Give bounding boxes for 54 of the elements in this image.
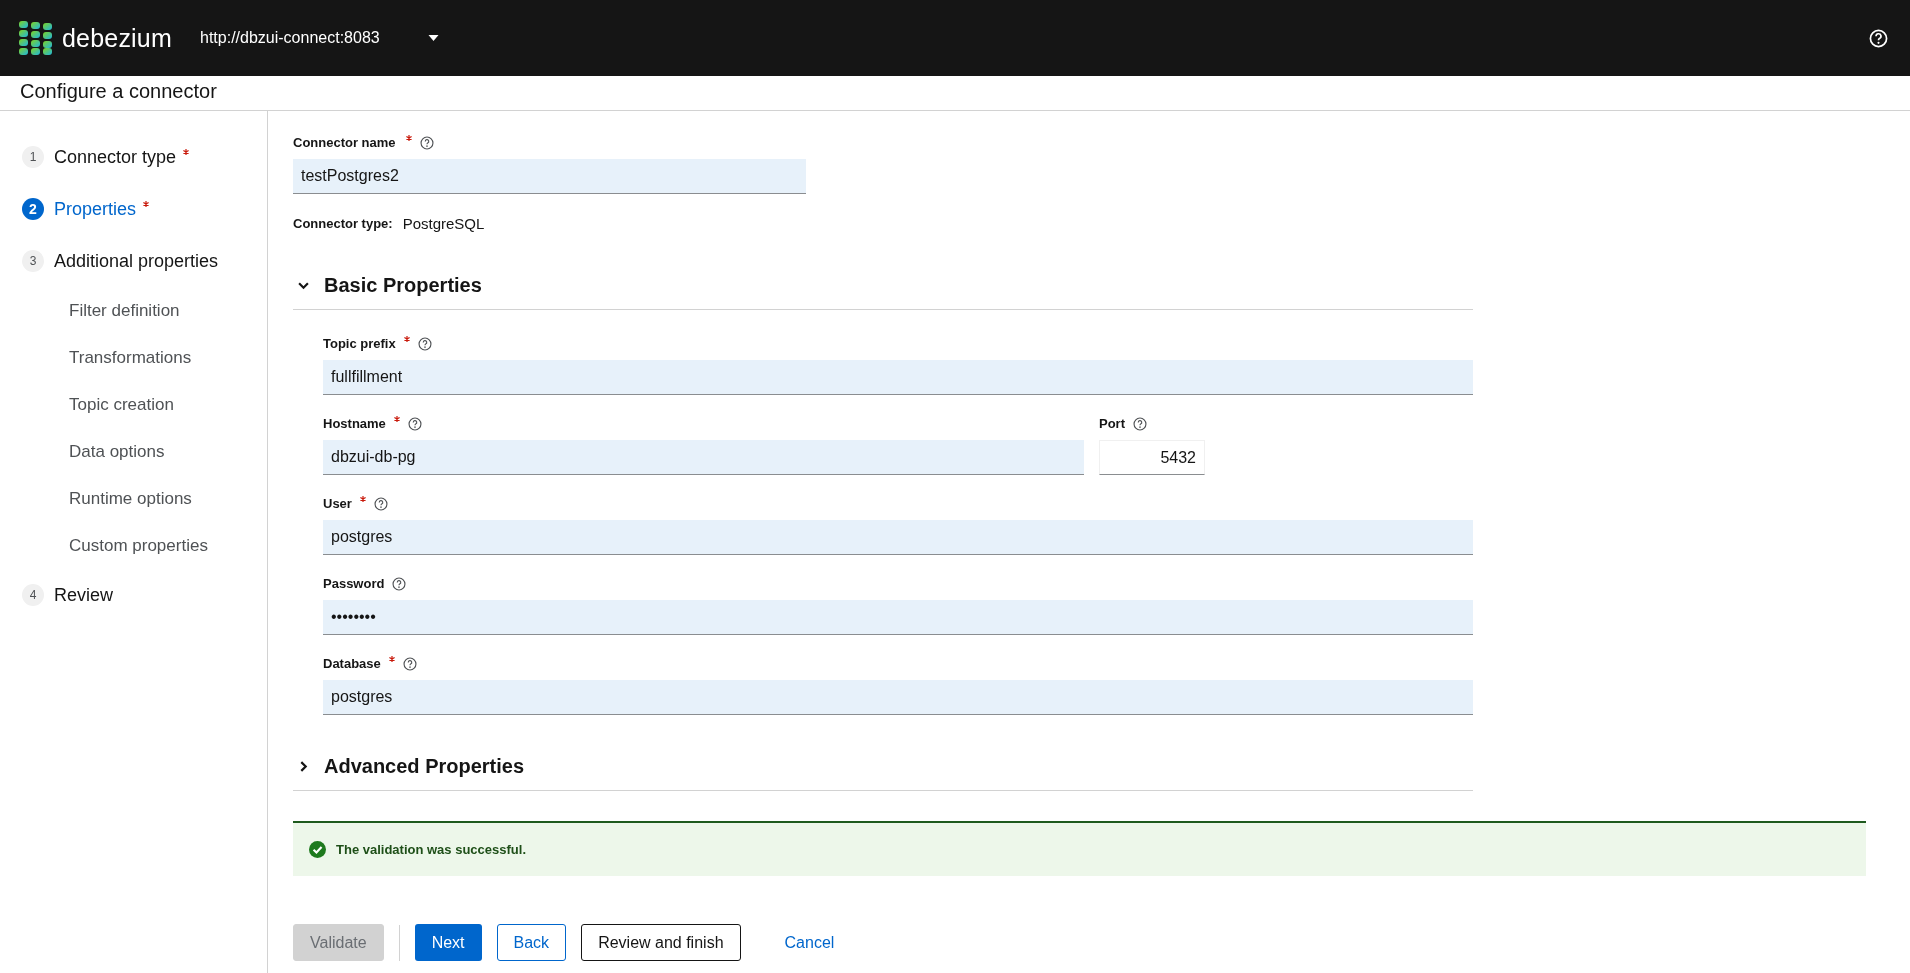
input-field[interactable]: •••••••• [323, 600, 1473, 635]
input-field[interactable]: postgres [323, 680, 1473, 715]
wizard-substep[interactable]: Runtime options [0, 475, 267, 522]
input-field[interactable]: postgres [323, 520, 1473, 555]
wizard-substep[interactable]: Data options [0, 428, 267, 475]
brand-name: debezium [62, 23, 172, 53]
required-icon [388, 656, 395, 662]
input-field[interactable]: 5432 [1099, 440, 1205, 475]
field-label: Topic prefix [323, 336, 396, 351]
check-circle-icon [309, 841, 326, 858]
required-icon [183, 149, 190, 155]
required-icon [393, 416, 400, 422]
wizard-step[interactable]: 4 Review [0, 569, 267, 621]
field-label: User [323, 496, 352, 511]
wizard-substep[interactable]: Transformations [0, 334, 267, 381]
help-icon[interactable] [419, 135, 434, 150]
required-icon [143, 201, 150, 207]
input-field[interactable]: testPostgres2 [293, 159, 806, 194]
wizard-substep[interactable]: Topic creation [0, 381, 267, 428]
field-label: Connector type: [293, 216, 393, 231]
wizard-step[interactable]: 2 Properties [0, 183, 267, 235]
help-icon[interactable] [407, 416, 422, 431]
page-title: Configure a connector [0, 76, 1910, 111]
field-label: Database [323, 656, 381, 671]
section-toggle[interactable]: Advanced Properties [293, 755, 1473, 791]
wizard-substep[interactable]: Filter definition [0, 287, 267, 334]
help-icon[interactable] [417, 336, 432, 351]
help-icon[interactable] [1133, 416, 1147, 431]
help-icon[interactable] [392, 576, 407, 591]
chevron-icon [298, 280, 309, 291]
action-button[interactable]: Review and finish [581, 924, 741, 961]
caret-icon [427, 35, 439, 41]
section-toggle[interactable]: Basic Properties [293, 274, 1473, 310]
wizard-step[interactable]: 1 Connector type [0, 131, 267, 183]
logo-icon [19, 21, 53, 55]
input-field[interactable]: dbzui-db-pg [323, 440, 1084, 475]
required-icon [359, 496, 366, 502]
chevron-icon [298, 761, 309, 772]
field-label: Connector name [293, 135, 397, 150]
field-label: Password [323, 576, 385, 591]
required-icon [405, 135, 412, 141]
help-icon[interactable] [402, 656, 417, 671]
wizard-step[interactable]: 3 Additional properties [0, 235, 267, 287]
field-label: Hostname [323, 416, 386, 431]
action-button[interactable]: Back [496, 924, 567, 961]
wizard-substep[interactable]: Custom properties [0, 522, 267, 569]
field-label: Port [1099, 416, 1125, 431]
help-icon[interactable] [373, 496, 388, 511]
alert-message: The validation was successful. [336, 842, 526, 857]
action-button[interactable]: Next [414, 924, 482, 961]
required-icon [403, 336, 410, 342]
cluster-select[interactable]: http://dbzui-connect:8083 [200, 29, 439, 47]
connector-type-value: PostgreSQL [402, 215, 485, 232]
input-field[interactable]: fullfillment [323, 360, 1473, 395]
